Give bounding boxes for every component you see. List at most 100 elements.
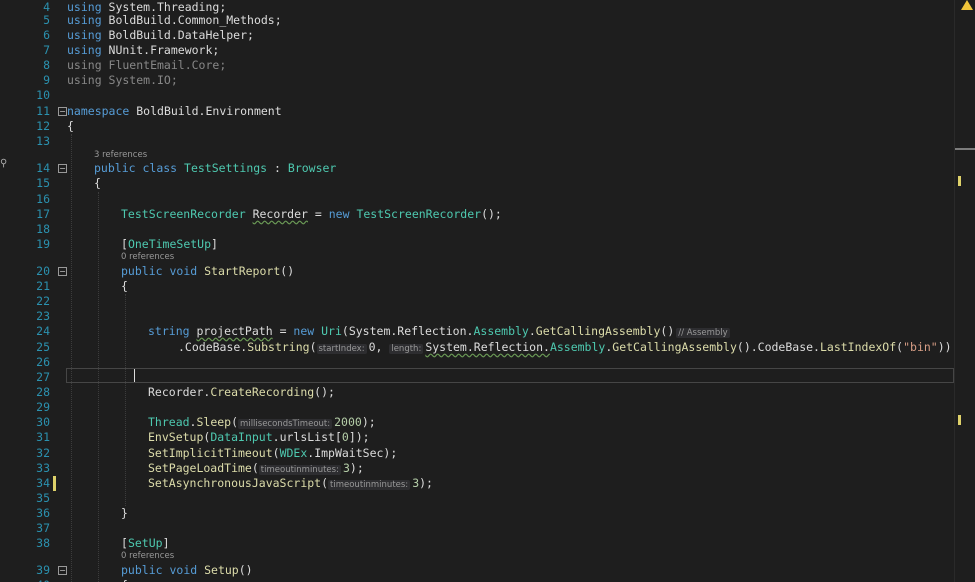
code-token: Recorder [252, 207, 308, 221]
collapse-icon[interactable]: − [58, 267, 67, 276]
code-token: () [660, 324, 675, 338]
code-token: 0, [368, 340, 390, 354]
scrollbar-change-mark [958, 176, 961, 186]
code-line[interactable]: 22 [0, 294, 955, 309]
code-text: { [94, 176, 101, 191]
code-line[interactable]: 18 [0, 222, 955, 237]
code-line[interactable]: 23 [0, 309, 955, 324]
code-line[interactable]: 13 [0, 134, 955, 149]
codelens-references[interactable]: 0 references [121, 551, 174, 562]
line-number: 31 [36, 430, 50, 444]
code-line[interactable]: 6 using BoldBuild.DataHelper; [0, 28, 955, 43]
code-token: ( [231, 415, 239, 429]
code-token: .ImpWaitSec); [307, 446, 398, 460]
code-token: () [280, 264, 295, 278]
code-line[interactable]: 15 { [0, 176, 955, 191]
inlay-hint: startIndex: [316, 344, 367, 354]
code-line[interactable]: 37 [0, 521, 955, 536]
code-text: using NUnit.Framework; [67, 43, 219, 58]
line-number: 39 [36, 563, 50, 577]
code-line[interactable]: 7 using NUnit.Framework; [0, 43, 955, 58]
line-number: 16 [36, 192, 50, 206]
code-token: System.Reflection. [425, 340, 550, 354]
code-token: GetCallingAssembly [612, 340, 737, 354]
code-token: new [293, 324, 322, 338]
code-text: public void Setup() [121, 563, 253, 578]
code-line[interactable]: 30 Thread.Sleep(millisecondsTimeout: 2000)… [0, 415, 955, 430]
code-line[interactable]: 39− public void Setup() [0, 563, 955, 578]
code-token: () [238, 563, 253, 577]
code-token: { [94, 176, 101, 190]
indent-guide [71, 134, 72, 582]
code-line[interactable]: 10 [0, 88, 955, 103]
code-line[interactable]: 40 { [0, 578, 955, 582]
code-token: BoldBuild.Environment [136, 104, 282, 118]
code-text: [OneTimeSetUp] [121, 237, 218, 252]
code-editor[interactable]: ⚲ 4 using System.Threading; 5 using BoldBui… [0, 0, 955, 582]
code-line[interactable]: 27 [0, 370, 955, 385]
code-line[interactable]: 9 using System.IO; [0, 73, 955, 88]
code-text: { [121, 578, 128, 582]
code-line[interactable]: 31 EnvSetup(DataInput.urlsList[0]); [0, 430, 955, 445]
collapse-icon[interactable]: − [58, 566, 67, 575]
code-token: public [94, 161, 143, 175]
code-line[interactable]: 17 TestScreenRecorder Recorder = new Test… [0, 207, 955, 222]
code-token: using System.IO; [67, 73, 178, 87]
code-line[interactable]: 20− public void StartReport() [0, 264, 955, 279]
code-line[interactable]: 14− public class TestSettings : Browser [0, 161, 955, 176]
code-line[interactable]: 34 SetAsynchronousJavaScript(timeoutinmin… [0, 476, 955, 491]
indent-guide [98, 192, 99, 582]
code-line[interactable]: 24 string projectPath = new Uri(System.Re… [0, 324, 955, 339]
vertical-scrollbar[interactable] [954, 0, 975, 582]
code-line[interactable]: 28 Recorder.CreateRecording(); [0, 385, 955, 400]
code-line[interactable]: 36} [0, 506, 955, 521]
code-line[interactable]: 38 [SetUp] [0, 536, 955, 551]
code-token: new [328, 207, 357, 221]
code-token: using FluentEmail.Core; [67, 58, 227, 72]
collapse-icon[interactable]: − [58, 164, 67, 173]
code-token: [ [121, 237, 128, 251]
code-line[interactable]: 29 [0, 400, 955, 415]
code-token: (); [314, 385, 335, 399]
code-token: .urlsList[ [272, 430, 342, 444]
line-number: 25 [36, 340, 50, 354]
code-line[interactable]: 12 { [0, 119, 955, 134]
change-marker [53, 476, 56, 491]
code-token: SetAsynchronousJavaScript [148, 476, 322, 490]
code-token: CreateRecording [210, 385, 315, 399]
code-line[interactable]: 33 SetPageLoadTime(timeoutinminutes: 3); [0, 461, 955, 476]
line-number: 24 [36, 324, 50, 338]
code-line[interactable]: 19 [OneTimeSetUp] [0, 237, 955, 252]
codelens-references[interactable]: 0 references [121, 252, 174, 263]
code-line[interactable]: 35 [0, 491, 955, 506]
code-token: { [121, 578, 128, 582]
code-token: "bin" [903, 340, 938, 354]
code-line[interactable]: 25 .CodeBase.Substring(startIndex: 0, leng… [0, 340, 955, 355]
warning-icon[interactable] [961, 0, 973, 10]
code-token: { [121, 279, 128, 293]
code-token: NUnit.Framework; [108, 43, 220, 57]
code-line[interactable]: 11− namespace BoldBuild.Environment [0, 104, 955, 119]
code-text: public void StartReport() [121, 264, 294, 279]
code-token: Assembly [549, 340, 606, 354]
code-line[interactable]: 26 [0, 355, 955, 370]
code-token: ( [251, 461, 259, 475]
line-number: 28 [36, 385, 50, 399]
code-token: EnvSetup [148, 430, 204, 444]
codelens-references[interactable]: 3 references [94, 150, 147, 161]
code-token: using [67, 43, 109, 57]
code-token: )) [937, 340, 952, 354]
code-token: Recorder. [148, 385, 211, 399]
code-token: using [67, 13, 109, 27]
code-token: public [121, 563, 170, 577]
code-token: StartReport [204, 264, 281, 278]
code-line[interactable]: 32 SetImplicitTimeout(WDEx.ImpWaitSec); [0, 446, 955, 461]
code-line[interactable]: 8 using FluentEmail.Core; [0, 58, 955, 73]
code-line[interactable]: 16 [0, 192, 955, 207]
code-text: using System.IO; [67, 73, 178, 88]
line-number: 29 [36, 400, 50, 414]
code-line[interactable]: 21 { [0, 279, 955, 294]
code-token: System.Threading; [108, 0, 227, 14]
collapse-icon[interactable]: − [58, 107, 67, 116]
code-line[interactable]: 5 using BoldBuild.Common_Methods; [0, 13, 955, 28]
